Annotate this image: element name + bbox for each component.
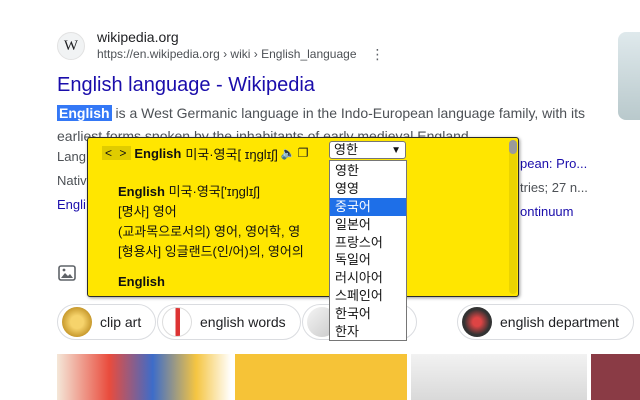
chevron-down-icon: ▼	[391, 145, 401, 156]
site-url: https://en.wikipedia.org › wiki › Englis…	[97, 46, 385, 63]
dict-header: < > English 미국·영국[ ɪŋglɪʃ] 🔈 ❐	[102, 144, 309, 162]
chip-label: english words	[200, 314, 286, 330]
copy-icon[interactable]: ❐	[298, 146, 309, 160]
site-header[interactable]: W wikipedia.org https://en.wikipedia.org…	[57, 28, 597, 64]
speaker-icon[interactable]: 🔈	[281, 146, 296, 160]
chip-clip-art[interactable]: clip art	[57, 304, 157, 340]
chip-english-department[interactable]: english department	[457, 304, 635, 340]
right-peek-link-2[interactable]: ontinuum	[520, 200, 588, 224]
language-option[interactable]: 독일어	[330, 251, 406, 269]
language-option[interactable]: 프랑스어	[330, 234, 406, 252]
dict-scrollbar[interactable]	[509, 140, 517, 294]
right-peek-text: tries; 27 n...	[520, 180, 588, 195]
chip-thumbnail	[462, 307, 492, 337]
dict-pronunciation: 미국·영국[ ɪŋglɪʃ]	[185, 146, 278, 162]
right-peek-link-1[interactable]: pean: Pro...	[520, 152, 588, 176]
language-option[interactable]: 한자	[330, 323, 406, 341]
chip-thumbnail	[162, 307, 192, 337]
language-option-highlighted[interactable]: 중국어	[330, 197, 406, 216]
language-option[interactable]: 한국어	[330, 305, 406, 323]
language-option[interactable]: 러시아어	[330, 269, 406, 287]
selected-word: English	[57, 105, 112, 121]
entry-word: English	[118, 184, 165, 199]
image-result-4[interactable]	[591, 354, 640, 400]
image-result-2[interactable]	[235, 354, 407, 400]
def-adjective: [형용사] 잉글랜드(인/어)의, 영어의	[118, 244, 304, 259]
def-textbook: (교과목으로서의) 영어, 영어학, 영	[118, 224, 301, 239]
history-nav-buttons[interactable]: < >	[102, 146, 132, 160]
dict-content: English 미국·영국['ɪŋglɪʃ] [명사] 영어 (교과목으로서의)…	[118, 182, 304, 292]
next-entry-word: English	[118, 274, 165, 289]
language-option[interactable]: 영한	[330, 162, 406, 180]
dict-scrollbar-thumb[interactable]	[509, 140, 517, 154]
chip-thumbnail	[62, 307, 92, 337]
language-option[interactable]: 영영	[330, 180, 406, 198]
result-title-link[interactable]: English language - Wikipedia	[57, 72, 597, 98]
site-name: wikipedia.org	[97, 29, 179, 45]
more-options-icon[interactable]: ⋮	[371, 46, 385, 63]
snippet-right-peek: pean: Pro... tries; 27 n... ontinuum	[520, 152, 588, 224]
language-option[interactable]: 일본어	[330, 216, 406, 234]
entry-pron: 미국·영국['ɪŋglɪʃ]	[164, 184, 260, 199]
url-breadcrumb: › wiki › English_language	[223, 47, 357, 61]
dictionary-popup: < > English 미국·영국[ ɪŋglɪʃ] 🔈 ❐ English 미…	[87, 137, 519, 297]
image-result-3[interactable]	[411, 354, 587, 400]
chip-english-words[interactable]: english words	[157, 304, 301, 340]
language-select-value: 영한	[334, 142, 358, 157]
wikipedia-favicon-icon: W	[57, 32, 85, 60]
chip-label: clip art	[100, 314, 142, 330]
dict-headword: English	[134, 145, 182, 161]
language-option[interactable]: 스페인어	[330, 287, 406, 305]
side-thumbnail[interactable]	[618, 32, 640, 120]
language-dropdown-list: 영한 영영 중국어 일본어 프랑스어 독일어 러시아어 스페인어 한국어 한자	[329, 160, 407, 341]
chip-label: english department	[500, 314, 620, 330]
snippet-text: is a West Germanic language in the Indo-…	[111, 105, 585, 121]
image-result-1[interactable]	[57, 354, 231, 400]
url-domain: https://en.wikipedia.org	[97, 47, 220, 61]
image-icon[interactable]	[58, 265, 76, 281]
language-select[interactable]: 영한 ▼	[329, 141, 406, 159]
def-noun: [명사] 영어	[118, 204, 177, 219]
